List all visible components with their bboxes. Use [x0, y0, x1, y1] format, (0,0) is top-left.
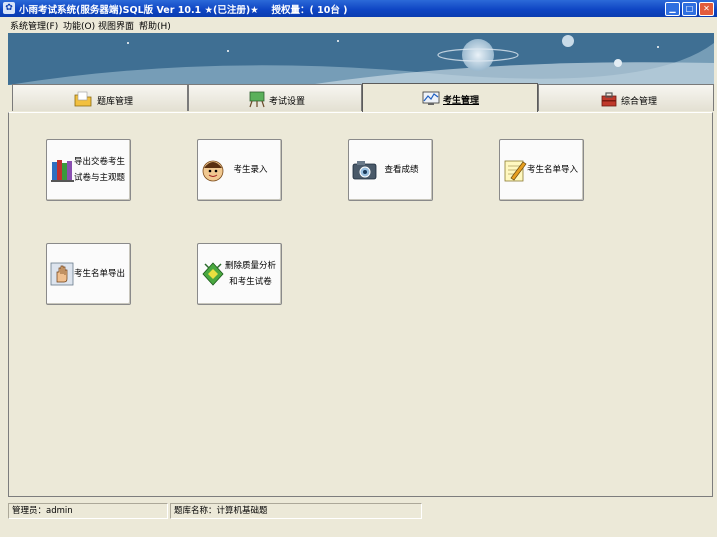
- monitor-chart-icon: [422, 91, 440, 105]
- delete-quality-analysis-button[interactable]: 删除质量分析 和考生试卷: [197, 243, 282, 305]
- button-label-line1: 考生名单导出: [73, 269, 125, 279]
- button-label-line1: 查看成绩: [384, 165, 419, 175]
- button-label-line1: 导出交卷考生: [73, 157, 125, 167]
- tab-content-panel: 导出交卷考生 试卷与主观题 考生录入 查看成绩 考生名单导入 考生名单导出 删除…: [8, 112, 713, 497]
- tab-label: 考试设置: [269, 97, 306, 107]
- import-student-list-button[interactable]: 考生名单导入: [499, 139, 584, 201]
- menu-bar: 系统管理(F) 功能(O) 视图界面 帮助(H): [0, 17, 717, 33]
- button-label-line1: 删除质量分析: [224, 261, 276, 271]
- menu-view[interactable]: 视图界面: [98, 19, 134, 32]
- tab-student-management[interactable]: 考生管理: [362, 83, 538, 113]
- minimize-button[interactable]: ▁: [665, 2, 680, 16]
- header-banner: [8, 33, 714, 85]
- add-student-button[interactable]: 考生录入: [197, 139, 282, 201]
- export-student-list-button[interactable]: 考生名单导出: [46, 243, 131, 305]
- tab-label: 题库管理: [97, 97, 134, 107]
- button-label-line1: 考生名单导入: [526, 165, 578, 175]
- folder-icon: [74, 91, 92, 107]
- menu-help[interactable]: 帮助(H): [139, 19, 171, 32]
- close-button[interactable]: ✕: [699, 2, 714, 16]
- title-bar: ✿ 小雨考试系统(服务器端)SQL版 Ver 10.1 ★(已注册)★ 授权量：…: [0, 0, 717, 17]
- view-scores-button[interactable]: 查看成绩: [348, 139, 433, 201]
- menu-function[interactable]: 功能(O): [63, 19, 95, 32]
- window-title: 小雨考试系统(服务器端)SQL版 Ver 10.1 ★(已注册)★ 授权量：( …: [19, 5, 348, 16]
- toolbox-icon: [601, 92, 617, 107]
- status-question-bank: 题库名称：计算机基础题: [170, 503, 422, 519]
- tab-comprehensive-management[interactable]: 综合管理: [538, 84, 714, 111]
- easel-icon: [249, 91, 265, 108]
- button-label-line2: 和考生试卷: [229, 277, 272, 287]
- tab-question-bank[interactable]: 题库管理: [12, 84, 188, 111]
- maximize-button[interactable]: □: [682, 2, 697, 16]
- tab-exam-settings[interactable]: 考试设置: [188, 84, 362, 111]
- tab-label: 考生管理: [443, 96, 480, 106]
- tab-strip: 题库管理 考试设置 考生管理 综合管理: [8, 83, 714, 113]
- export-submitted-papers-button[interactable]: 导出交卷考生 试卷与主观题: [46, 139, 131, 201]
- app-icon[interactable]: ✿: [3, 2, 15, 14]
- menu-system[interactable]: 系统管理(F): [10, 19, 58, 32]
- button-label-line2: 试卷与主观题: [73, 173, 125, 183]
- status-bar: 管理员：admin 题库名称：计算机基础题: [0, 502, 717, 522]
- space-banner-image: [8, 33, 714, 85]
- button-label-line1: 考生录入: [233, 165, 268, 175]
- status-admin: 管理员：admin: [8, 503, 168, 519]
- tab-label: 综合管理: [621, 97, 658, 107]
